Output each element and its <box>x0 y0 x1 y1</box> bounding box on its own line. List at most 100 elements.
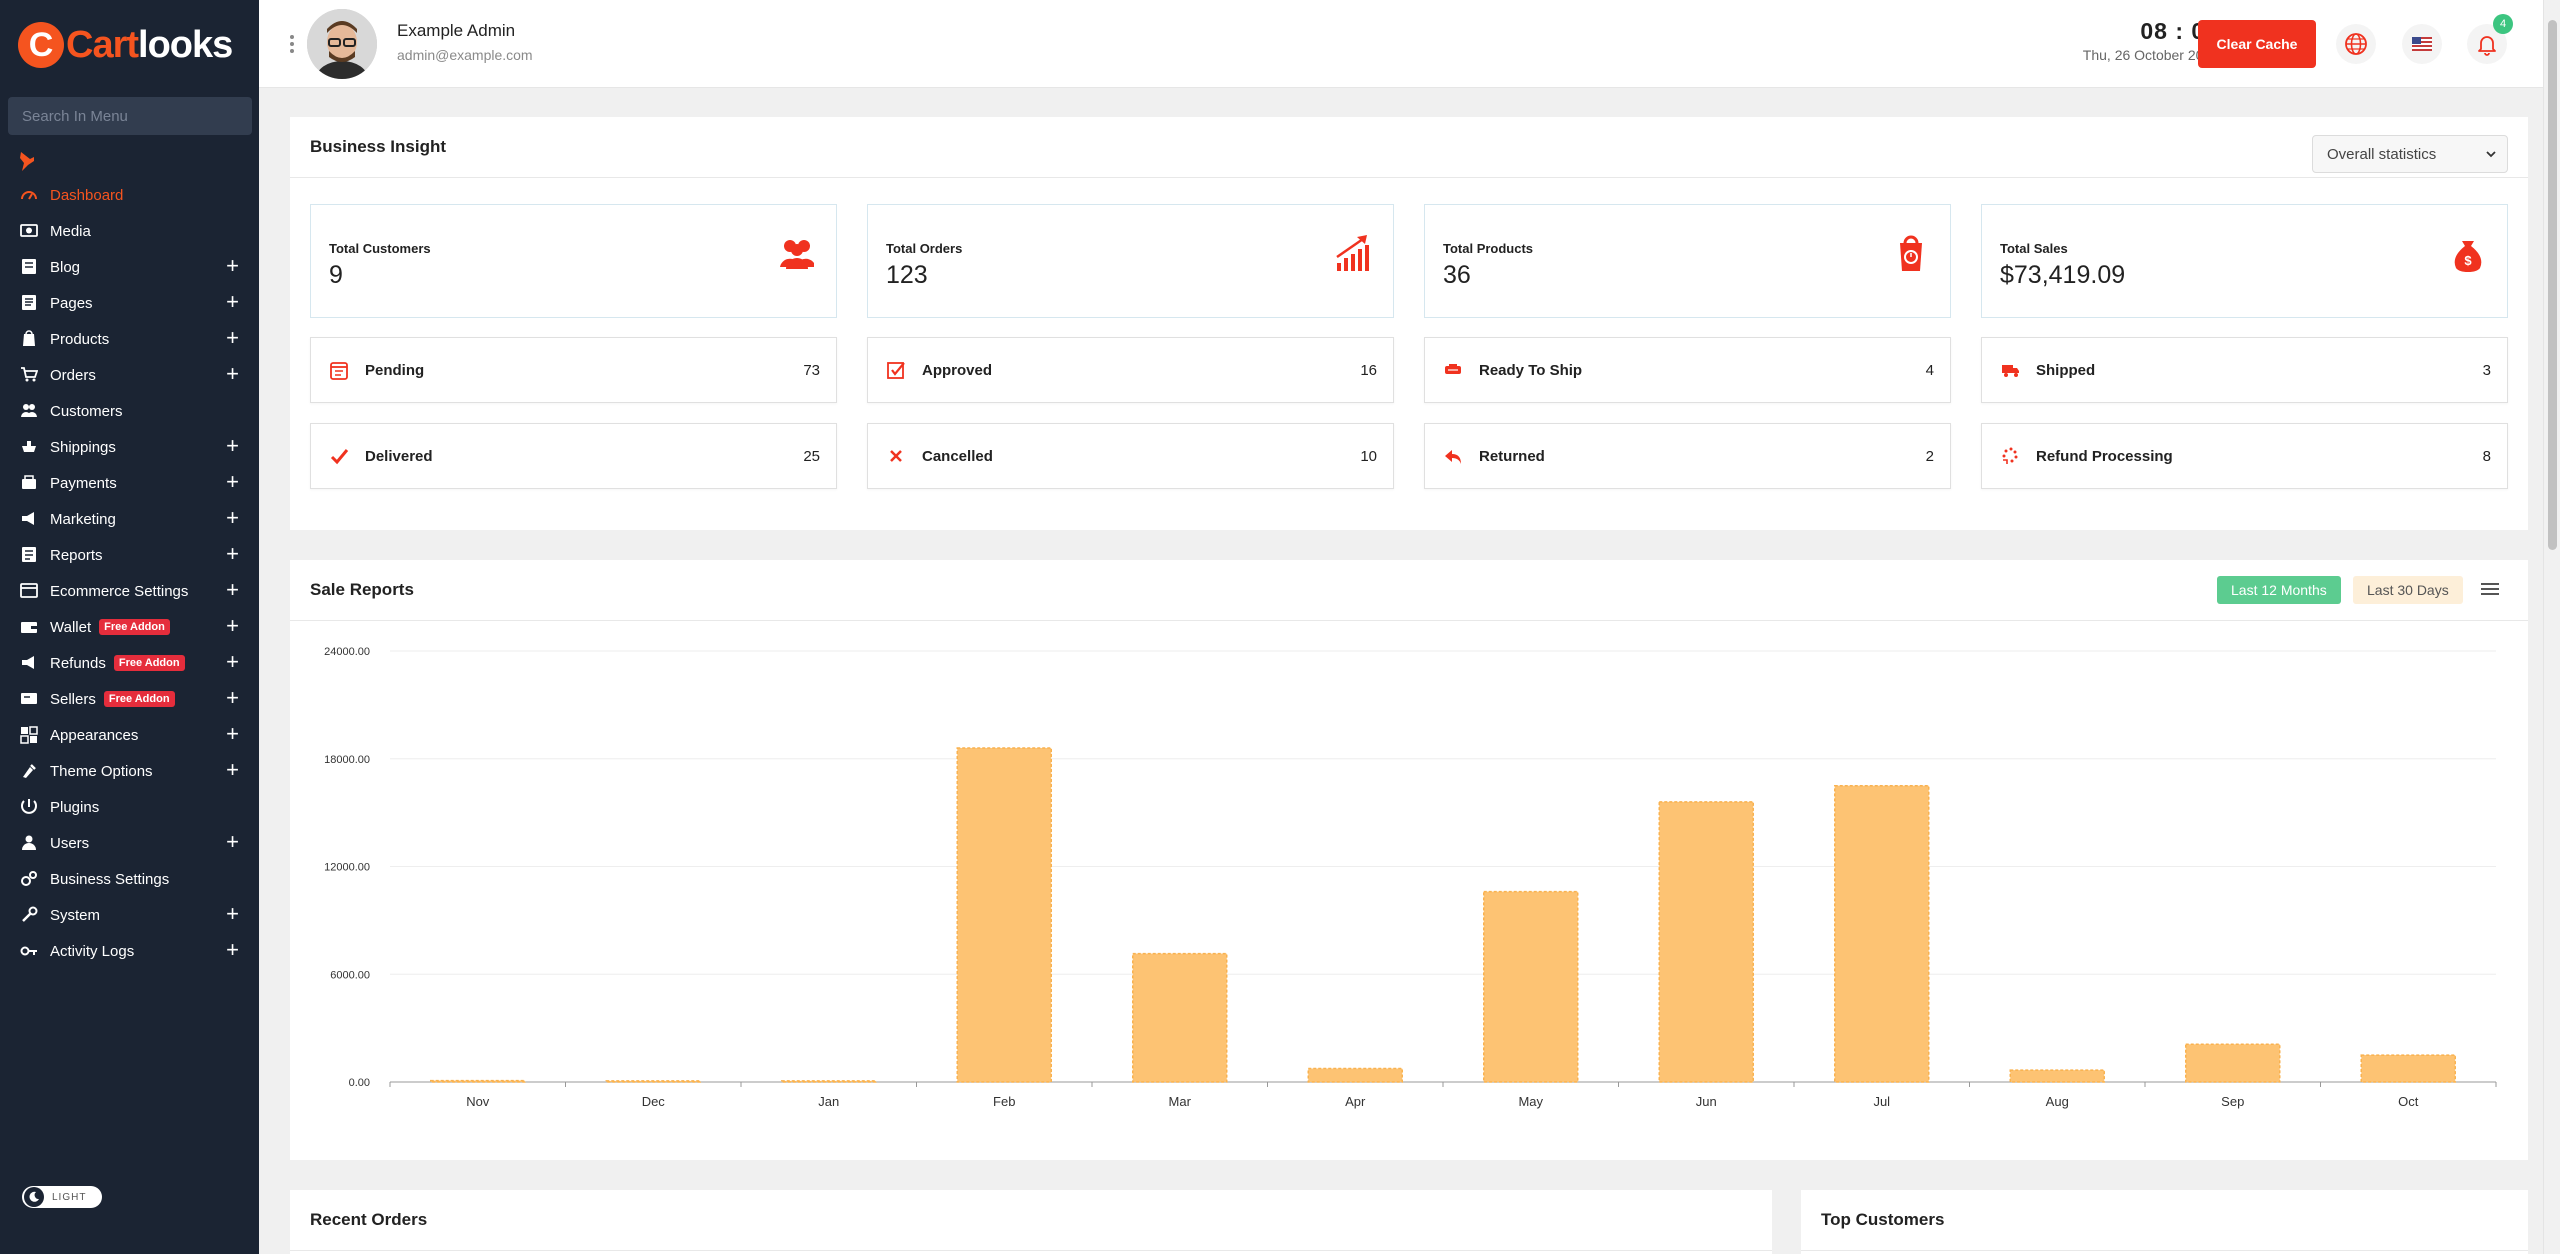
sidebar-item-wallet[interactable]: Wallet Free Addon + <box>0 609 259 645</box>
expand-plus-icon[interactable]: + <box>226 327 239 349</box>
order-status-approved[interactable]: Approved 16 <box>867 337 1394 403</box>
sidebar-item-payments[interactable]: Payments + <box>0 465 259 501</box>
order-status-count: 3 <box>2482 362 2491 379</box>
bar-jun <box>1658 801 1754 1083</box>
y-tick-label: 0.00 <box>349 1077 370 1089</box>
sidebar-item-label: Media <box>50 222 91 240</box>
order-status-shipped[interactable]: Shipped 3 <box>1981 337 2508 403</box>
sidebar-item-theme-options[interactable]: Theme Options + <box>0 753 259 789</box>
order-status-count: 10 <box>1360 448 1377 465</box>
sidebar-item-label: Orders <box>50 366 96 384</box>
admin-name: Example Admin <box>397 21 516 40</box>
sidebar-item-reports[interactable]: Reports + <box>0 537 259 573</box>
clear-cache-button[interactable]: Clear Cache <box>2198 20 2316 68</box>
sidebar-item-label: Pages <box>50 294 93 312</box>
expand-plus-icon[interactable]: + <box>226 759 239 781</box>
bar-jan <box>781 1080 877 1083</box>
approved-icon <box>887 362 905 379</box>
sidebar-item-pages[interactable]: Pages + <box>0 285 259 321</box>
sidebar-item-label: Products <box>50 330 110 348</box>
order-status-pending[interactable]: Pending 73 <box>310 337 837 403</box>
expand-plus-icon[interactable]: + <box>226 651 239 673</box>
order-status-refund-processing[interactable]: Refund Processing 8 <box>1981 423 2508 489</box>
avatar[interactable] <box>307 9 377 79</box>
kpi-card-total-orders: Total Orders 123 <box>867 204 1394 318</box>
pin-icon[interactable] <box>18 150 36 172</box>
y-tick-label: 24000.00 <box>324 646 370 658</box>
menu-search-input[interactable] <box>8 97 252 135</box>
expand-plus-icon[interactable]: + <box>226 687 239 709</box>
expand-plus-icon[interactable]: + <box>226 903 239 925</box>
expand-plus-icon[interactable]: + <box>226 723 239 745</box>
statistics-filter-value: Overall statistics <box>2327 145 2437 163</box>
globe-icon[interactable] <box>2336 24 2376 64</box>
expand-plus-icon[interactable]: + <box>226 543 239 565</box>
us-flag-icon[interactable] <box>2402 24 2442 64</box>
recent-orders-panel: Recent Orders <box>290 1190 1772 1254</box>
order-status-delivered[interactable]: Delivered 25 <box>310 423 837 489</box>
admin-email: admin@example.com <box>397 47 533 63</box>
y-tick-label: 12000.00 <box>324 862 370 874</box>
sidebar-item-ecommerce-settings[interactable]: Ecommerce Settings + <box>0 573 259 609</box>
kpi-card-total-products: Total Products 36 <box>1424 204 1951 318</box>
logo-text-looks: looks <box>138 23 233 66</box>
blog-icon <box>20 259 38 275</box>
sidebar-item-marketing[interactable]: Marketing + <box>0 501 259 537</box>
sidebar-item-shippings[interactable]: Shippings + <box>0 429 259 465</box>
order-status-count: 8 <box>2482 448 2491 465</box>
expand-plus-icon[interactable]: + <box>226 435 239 457</box>
kpi-label: Total Sales <box>2000 241 2068 256</box>
sidebar-item-orders[interactable]: Orders + <box>0 357 259 393</box>
x-tick-label: Dec <box>642 1094 666 1109</box>
marketing-icon <box>20 511 38 527</box>
activity-logs-icon <box>20 943 38 959</box>
expand-plus-icon[interactable]: + <box>226 939 239 961</box>
sidebar-item-label: Customers <box>50 402 123 420</box>
sidebar-item-label: System <box>50 906 101 924</box>
sidebar-item-business-settings[interactable]: Business Settings <box>0 861 259 897</box>
order-status-label: Delivered <box>365 448 433 465</box>
sidebar-item-system[interactable]: System + <box>0 897 259 933</box>
expand-plus-icon[interactable]: + <box>226 471 239 493</box>
expand-plus-icon[interactable]: + <box>226 615 239 637</box>
logo[interactable]: C Cartlooks <box>18 20 233 70</box>
sidebar-item-label: Sellers <box>50 690 96 708</box>
sidebar-item-dashboard[interactable]: Dashboard <box>0 177 259 213</box>
expand-plus-icon[interactable]: + <box>226 255 239 277</box>
order-status-label: Approved <box>922 362 993 379</box>
expand-plus-icon[interactable]: + <box>226 363 239 385</box>
sidebar-item-customers[interactable]: Customers <box>0 393 259 429</box>
expand-plus-icon[interactable]: + <box>226 507 239 529</box>
sidebar-item-media[interactable]: Media <box>0 213 259 249</box>
order-status-count: 2 <box>1925 448 1934 465</box>
kebab-menu-icon[interactable] <box>289 34 295 54</box>
sidebar-item-blog[interactable]: Blog + <box>0 249 259 285</box>
order-status-ready-to-ship[interactable]: Ready To Ship 4 <box>1424 337 1951 403</box>
scrollbar-thumb[interactable] <box>2548 20 2557 550</box>
sidebar-item-label: Wallet <box>50 618 92 636</box>
sidebar-item-plugins[interactable]: Plugins <box>0 789 259 825</box>
plugins-icon <box>20 799 38 815</box>
x-tick-label: Sep <box>2221 1094 2244 1109</box>
kpi-card-total-customers: Total Customers 9 <box>310 204 837 318</box>
top-customers-title: Top Customers <box>1801 1190 2528 1251</box>
x-tick-label: Jul <box>1873 1094 1890 1109</box>
moon-icon <box>24 1187 44 1207</box>
statistics-filter-select[interactable]: Overall statistics <box>2312 135 2508 173</box>
kpi-label: Total Products <box>1443 241 1534 256</box>
order-status-returned[interactable]: Returned 2 <box>1424 423 1951 489</box>
sidebar-item-appearances[interactable]: Appearances + <box>0 717 259 753</box>
sidebar-item-products[interactable]: Products + <box>0 321 259 357</box>
sidebar-item-refunds[interactable]: Refunds Free Addon + <box>0 645 259 681</box>
ready-to-ship-icon <box>1445 364 1461 374</box>
sidebar-item-activity-logs[interactable]: Activity Logs + <box>0 933 259 969</box>
page-scrollbar[interactable] <box>2543 0 2560 1254</box>
order-status-cancelled[interactable]: Cancelled 10 <box>867 423 1394 489</box>
bar-oct <box>2360 1054 2456 1083</box>
theme-toggle[interactable]: LIGHT <box>22 1186 102 1208</box>
expand-plus-icon[interactable]: + <box>226 291 239 313</box>
sidebar-item-users[interactable]: Users + <box>0 825 259 861</box>
sidebar-item-sellers[interactable]: Sellers Free Addon + <box>0 681 259 717</box>
expand-plus-icon[interactable]: + <box>226 831 239 853</box>
expand-plus-icon[interactable]: + <box>226 579 239 601</box>
